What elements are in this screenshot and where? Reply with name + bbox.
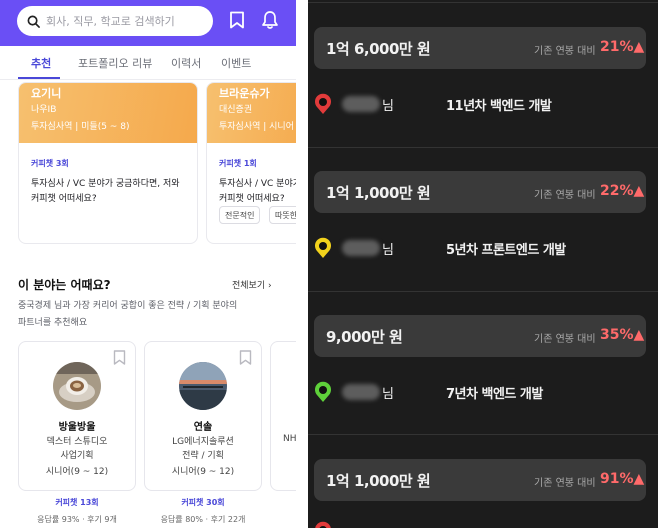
name-suffix: 님 — [382, 99, 394, 114]
increase-percent: 91%▲ — [600, 471, 645, 487]
bookmark-icon[interactable] — [113, 350, 126, 365]
compare-label: 기존 연봉 대비 — [534, 334, 596, 345]
section-description-line2: 파트너를 추천해요 — [18, 318, 88, 328]
job-title: 5년차 프론트엔드 개발 — [446, 243, 566, 258]
mentor-card[interactable]: 요기니 나우IB 투자심사역 | 미들(5 ~ 8) 커피챗 3회 투자심사 /… — [18, 82, 198, 244]
name-suffix: 님 — [382, 387, 394, 402]
partner-company: 덱스터 스튜디오 — [46, 437, 108, 447]
partner-company: LG에너지솔루션 — [172, 437, 234, 447]
tab-event[interactable]: 이벤트 — [221, 55, 251, 71]
partner-name: 연솔 — [193, 422, 213, 433]
mentor-question: 투자심사 / VC 분야가 궁금 — [219, 179, 296, 189]
partner-card[interactable]: NH — [270, 341, 296, 491]
partner-stats: 응답률 93% · 후기 9개 — [37, 515, 117, 524]
section-description: 중국경제 님과 가장 커리어 궁합이 좋은 전략 / 기획 분야의 — [18, 301, 238, 311]
partner-role: 전략 / 기획 — [182, 451, 224, 461]
avatar — [53, 362, 101, 410]
partner-card[interactable]: 연솔 LG에너지솔루션 전략 / 기획 시니어(9 ~ 12) — [144, 341, 262, 491]
name-suffix: 님 — [382, 243, 394, 258]
tab-resume[interactable]: 이력서 — [171, 55, 201, 71]
partner-card[interactable]: 방울방울 덱스터 스튜디오 사업기획 시니어(9 ~ 12) — [18, 341, 136, 491]
avatar — [179, 362, 227, 410]
mentor-question-line2: 커피챗 어떠세요? — [31, 194, 97, 204]
search-placeholder: 회사, 직무, 학교로 검색하기 — [46, 15, 175, 28]
divider — [308, 291, 658, 292]
mentoring-app-panel: 회사, 직무, 학교로 검색하기 추천 포트폴리오 리뷰 이력서 이벤트 요기니… — [0, 0, 296, 528]
coffee-chat-count: 커피챗 13회 — [55, 498, 99, 507]
partner-stats: 응답률 80% · 후기 22개 — [160, 515, 246, 524]
mentor-tag-chip: 따뜻한 — [269, 206, 296, 224]
salary-box: 1억 1,000만 원 기존 연봉 대비 22%▲ — [314, 171, 646, 213]
partner-level: 시니어(9 ~ 12) — [45, 467, 109, 477]
top-header: 회사, 직무, 학교로 검색하기 — [0, 0, 296, 46]
search-input[interactable]: 회사, 직무, 학교로 검색하기 — [17, 6, 213, 36]
divider — [308, 434, 658, 435]
view-all-link[interactable]: 전체보기 › — [232, 278, 272, 291]
compare-label: 기존 연봉 대비 — [534, 46, 596, 57]
salary-box: 1억 6,000만 원 기존 연봉 대비 21%▲ — [314, 27, 646, 69]
section-title: 이 분야는 어때요? — [18, 278, 111, 292]
bookmark-icon[interactable] — [229, 11, 245, 29]
salary-amount: 1억 1,000만 원 — [326, 472, 431, 490]
bookmark-icon[interactable] — [239, 350, 252, 365]
salary-amount: 1억 6,000만 원 — [326, 40, 431, 58]
divider — [308, 147, 658, 148]
bell-icon[interactable] — [261, 10, 279, 30]
blurred-username — [342, 240, 380, 256]
search-icon — [27, 15, 40, 28]
mentor-company: 나우IB — [31, 105, 57, 115]
tab-bar: 추천 포트폴리오 리뷰 이력서 이벤트 — [0, 46, 296, 80]
coffee-chat-count: 커피챗 1회 — [219, 159, 257, 168]
mentor-company: 대신증권 — [219, 105, 253, 115]
salary-amount: 9,000만 원 — [326, 328, 403, 346]
user-icon — [315, 237, 331, 258]
divider — [308, 2, 658, 3]
salary-box: 1억 1,000만 원 기존 연봉 대비 91%▲ — [314, 459, 646, 501]
blurred-username — [342, 384, 380, 400]
coffee-chat-count: 커피챗 30회 — [181, 498, 225, 507]
mentor-role: 투자심사역 | 미들(5 ~ 8) — [31, 122, 130, 132]
mentor-name: 요기니 — [31, 87, 62, 100]
partner-role: 사업기획 — [60, 451, 94, 461]
chevron-right-icon: › — [268, 281, 272, 291]
compare-label: 기존 연봉 대비 — [534, 478, 596, 489]
salary-box: 9,000만 원 기존 연봉 대비 35%▲ — [314, 315, 646, 357]
mentor-tag-chip: 전문적인 — [219, 206, 261, 224]
increase-percent: 35%▲ — [600, 327, 645, 343]
salary-list-panel: 1억 6,000만 원 기존 연봉 대비 21%▲ 님 11년차 백엔드 개발 … — [308, 0, 658, 528]
salary-amount: 1억 1,000만 원 — [326, 184, 431, 202]
partner-level: 시니어(9 ~ 12) — [171, 467, 235, 477]
partner-company: NH — [283, 434, 296, 444]
blurred-username — [342, 96, 380, 112]
mentor-name: 브라운슈가 — [219, 87, 270, 100]
mentor-card[interactable]: 브라운슈가 대신증권 투자심사역 | 시니어 커피챗 1회 투자심사 / VC … — [206, 82, 296, 244]
mentor-role: 투자심사역 | 시니어 — [219, 122, 294, 132]
job-title: 7년차 백엔드 개발 — [446, 387, 543, 402]
mentor-question: 투자심사 / VC 분야가 궁금하다면, 저와 — [31, 179, 180, 189]
increase-percent: 22%▲ — [600, 183, 645, 199]
view-all-label: 전체보기 — [232, 281, 266, 291]
tab-portfolio-review[interactable]: 포트폴리오 리뷰 — [78, 55, 152, 71]
image-divider — [296, 0, 308, 528]
increase-percent: 21%▲ — [600, 39, 645, 55]
job-title: 11년차 백엔드 개발 — [446, 99, 552, 114]
coffee-chat-count: 커피챗 3회 — [31, 159, 69, 168]
user-icon — [315, 93, 331, 114]
user-icon — [315, 381, 331, 402]
mentor-question-line2: 커피챗 어떠세요? — [219, 194, 285, 204]
tab-recommend[interactable]: 추천 — [31, 55, 51, 71]
active-tab-indicator — [18, 77, 60, 79]
user-icon — [315, 521, 331, 528]
compare-label: 기존 연봉 대비 — [534, 190, 596, 201]
partner-name: 방울방울 — [58, 422, 96, 433]
